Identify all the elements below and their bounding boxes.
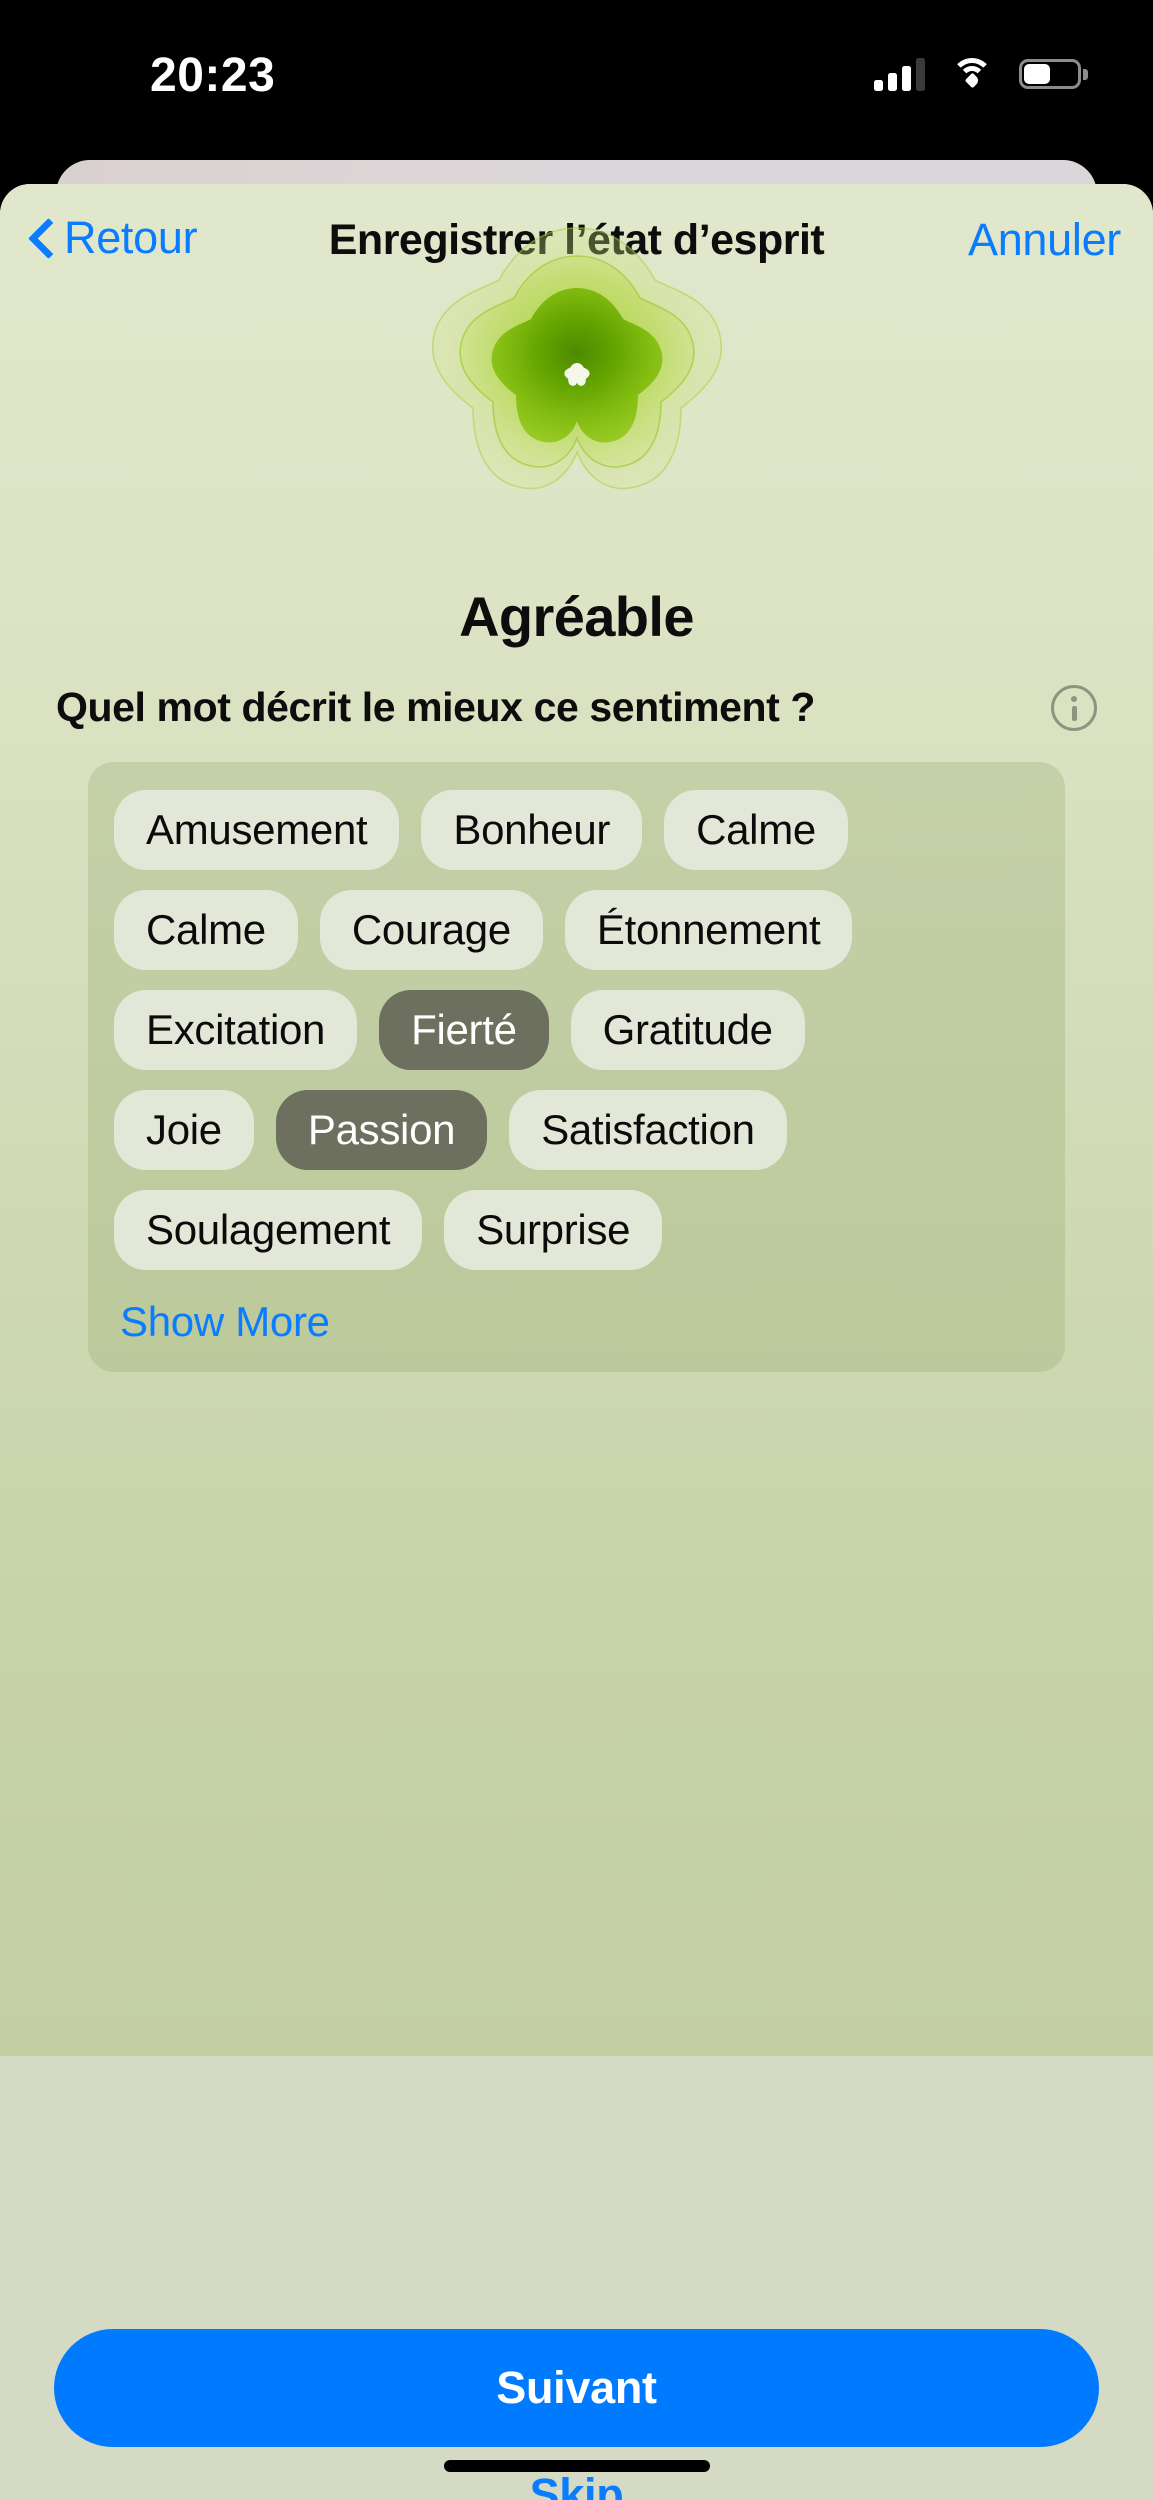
question-row: Quel mot décrit le mieux ce sentiment ?: [56, 684, 1097, 731]
cellular-signal-icon: [874, 57, 925, 91]
emotion-chip[interactable]: Fierté: [379, 990, 549, 1071]
emotion-chip-row: Amusement Bonheur Calme: [114, 790, 1039, 871]
emotion-chip[interactable]: Amusement: [114, 790, 400, 871]
emotion-chip[interactable]: Courage: [319, 890, 543, 971]
battery-icon: [1019, 59, 1088, 89]
emotion-chip[interactable]: Soulagement: [114, 1190, 423, 1271]
info-circle-icon[interactable]: [1051, 684, 1097, 731]
emotion-chip-row: Soulagement Surprise: [114, 1190, 1039, 1271]
emotion-chip[interactable]: Excitation: [114, 990, 358, 1071]
status-bar: 20:23: [0, 0, 1153, 160]
emotion-chip[interactable]: Calme: [664, 790, 848, 871]
emotion-chip[interactable]: Surprise: [444, 1190, 663, 1271]
wifi-icon: [951, 58, 993, 90]
emotion-chip[interactable]: Satisfaction: [509, 1090, 787, 1171]
emotion-chips-panel: Amusement Bonheur Calme Calme Courage Étonnem…: [88, 762, 1065, 1373]
sheet-body: Retour Enregistrer l’état d’esprit Annul…: [0, 184, 1153, 2056]
mood-title: Agréable: [459, 585, 694, 648]
question-label: Quel mot décrit le mieux ce sentiment ?: [56, 684, 816, 730]
emotion-chip[interactable]: Joie: [114, 1090, 254, 1171]
mood-graphic-container: [0, 214, 1153, 534]
next-button-label: Suivant: [496, 2362, 657, 2413]
phone-screen: 20:23 Retour Enregistrer l’état d’es: [0, 0, 1153, 2500]
next-button[interactable]: Suivant: [54, 2329, 1099, 2447]
emotion-chip-row: Calme Courage Étonnement: [114, 890, 1039, 971]
status-bar-icons: [874, 50, 1088, 98]
emotion-chip-row: Excitation Fierté Gratitude: [114, 990, 1039, 1071]
mood-flower-icon: [431, 227, 722, 490]
emotion-chip[interactable]: Calme: [114, 890, 298, 971]
emotion-chip[interactable]: Bonheur: [421, 790, 643, 871]
skip-button[interactable]: Skip: [0, 2469, 1153, 2500]
show-more-button[interactable]: Show More: [120, 1298, 330, 1346]
emotion-chip[interactable]: Gratitude: [570, 990, 805, 1071]
emotion-chips-rows: Amusement Bonheur Calme Calme Courage Étonnem…: [114, 790, 1039, 1271]
emotion-chip[interactable]: Passion: [275, 1090, 488, 1171]
status-bar-clock: 20:23: [150, 49, 276, 102]
mood-logging-sheet: Retour Enregistrer l’état d’esprit Annul…: [0, 184, 1153, 2500]
home-indicator: [443, 2460, 710, 2472]
emotion-chip-row: Joie Passion Satisfaction: [114, 1090, 1039, 1171]
emotion-chip[interactable]: Étonnement: [564, 890, 853, 971]
